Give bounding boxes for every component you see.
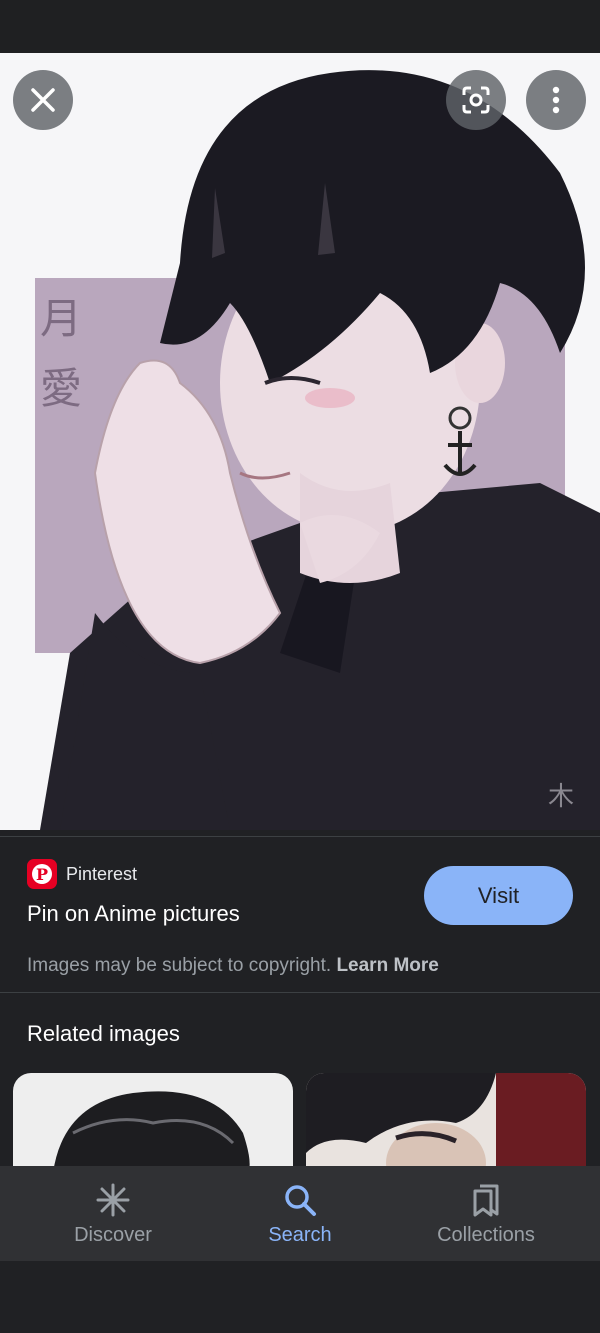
nav-item-search[interactable]: Search: [200, 1166, 400, 1261]
watermark-glyph-1: 月: [40, 294, 82, 343]
divider: [0, 992, 600, 993]
status-bar: [0, 0, 600, 53]
close-button[interactable]: [13, 70, 73, 130]
bookmarks-icon: [473, 1184, 499, 1217]
nav-label: Discover: [74, 1224, 152, 1246]
anime-illustration: 月 愛 木: [35, 70, 600, 830]
nav-item-collections[interactable]: Collections: [386, 1166, 586, 1261]
close-icon: [31, 88, 55, 112]
search-icon: [285, 1185, 316, 1216]
bottom-navigation: Discover Search Collections: [0, 1166, 600, 1261]
page-title[interactable]: Pin on Anime pictures: [27, 901, 240, 927]
nav-item-discover[interactable]: Discover: [13, 1166, 213, 1261]
related-images-heading: Related images: [27, 1021, 180, 1046]
related-image-thumbnail[interactable]: [306, 1073, 586, 1173]
nav-label: Search: [268, 1224, 332, 1246]
visit-button[interactable]: Visit: [424, 866, 573, 925]
asterisk-icon: [96, 1183, 130, 1217]
copyright-text: Images may be subject to copyright.: [27, 955, 337, 976]
hero-image[interactable]: 月 愛 木: [0, 53, 600, 830]
pinterest-logo-icon: P: [27, 859, 57, 889]
blush: [305, 388, 355, 408]
svg-text:P: P: [36, 865, 48, 884]
watermark-glyph-2: 愛: [40, 364, 82, 413]
google-lens-icon: [462, 86, 490, 114]
copyright-notice: Images may be subject to copyright. Lear…: [27, 955, 439, 977]
related-image-thumbnail[interactable]: [13, 1073, 293, 1173]
system-navigation-area: [0, 1261, 600, 1333]
learn-more-link[interactable]: Learn More: [336, 955, 438, 976]
more-vert-icon: [552, 86, 560, 114]
source-row[interactable]: P Pinterest: [27, 859, 137, 889]
source-name: Pinterest: [66, 863, 138, 884]
divider: [0, 836, 600, 837]
nav-label: Collections: [437, 1224, 535, 1246]
artist-signature: 木: [548, 782, 574, 812]
google-lens-button[interactable]: [446, 70, 506, 130]
more-options-button[interactable]: [526, 70, 586, 130]
